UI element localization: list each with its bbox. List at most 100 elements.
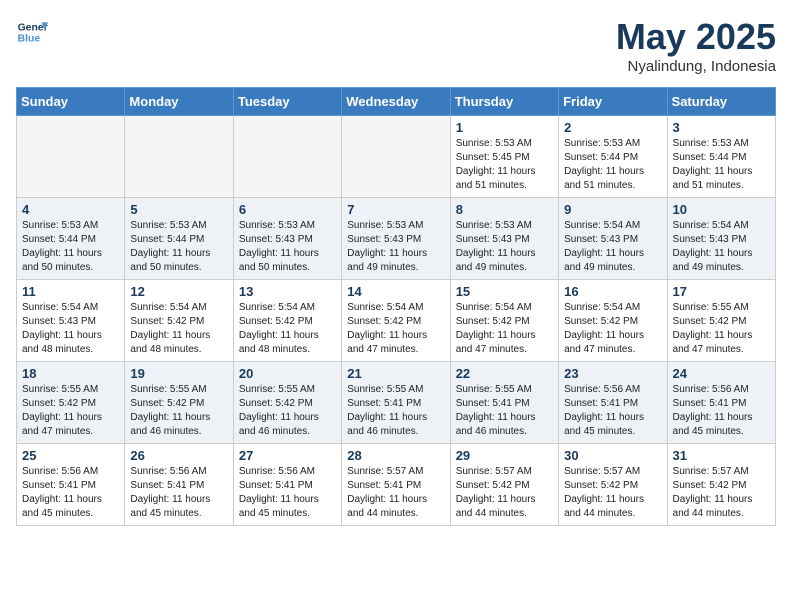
calendar-cell: 12 Sunrise: 5:54 AM Sunset: 5:42 PM Dayli… (125, 280, 233, 362)
svg-text:Blue: Blue (18, 34, 41, 45)
day-number: 15 (456, 284, 553, 299)
month-title: May 2025 (616, 16, 776, 58)
calendar-cell: 20 Sunrise: 5:55 AM Sunset: 5:42 PM Dayli… (233, 362, 341, 444)
day-number: 2 (564, 120, 661, 135)
day-info: Sunrise: 5:54 AM Sunset: 5:42 PM Dayligh… (239, 301, 336, 357)
calendar-cell (233, 116, 341, 198)
calendar-cell: 1 Sunrise: 5:53 AM Sunset: 5:45 PM Daylig… (450, 116, 558, 198)
day-number: 18 (22, 366, 119, 381)
calendar-cell: 2 Sunrise: 5:53 AM Sunset: 5:44 PM Daylig… (559, 116, 667, 198)
day-number: 6 (239, 202, 336, 217)
day-info: Sunrise: 5:56 AM Sunset: 5:41 PM Dayligh… (130, 465, 227, 521)
calendar-cell: 28 Sunrise: 5:57 AM Sunset: 5:41 PM Dayli… (342, 444, 450, 526)
calendar-cell: 29Sunrise: 5:57 AM Sunset: 5:42 PM Dayli… (450, 444, 558, 526)
calendar-cell: 16 Sunrise: 5:54 AM Sunset: 5:42 PM Dayli… (559, 280, 667, 362)
calendar-cell: 24Sunrise: 5:56 AM Sunset: 5:41 PM Dayli… (667, 362, 775, 444)
weekday-header-row: SundayMondayTuesdayWednesdayThursdayFrid… (17, 88, 776, 116)
calendar-cell: 9 Sunrise: 5:54 AM Sunset: 5:43 PM Daylig… (559, 198, 667, 280)
day-info: Sunrise: 5:55 AM Sunset: 5:42 PM Dayligh… (22, 383, 119, 439)
calendar-cell: 3 Sunrise: 5:53 AM Sunset: 5:44 PM Daylig… (667, 116, 775, 198)
day-number: 21 (347, 366, 444, 381)
day-info: Sunrise: 5:54 AM Sunset: 5:42 PM Dayligh… (130, 301, 227, 357)
day-info: Sunrise: 5:53 AM Sunset: 5:45 PM Dayligh… (456, 137, 553, 193)
day-number: 3 (673, 120, 770, 135)
calendar-cell: 7 Sunrise: 5:53 AM Sunset: 5:43 PM Daylig… (342, 198, 450, 280)
day-info: Sunrise: 5:55 AM Sunset: 5:42 PM Dayligh… (239, 383, 336, 439)
calendar-week-1: 1 Sunrise: 5:53 AM Sunset: 5:45 PM Daylig… (17, 116, 776, 198)
day-info: Sunrise: 5:55 AM Sunset: 5:41 PM Dayligh… (347, 383, 444, 439)
day-number: 14 (347, 284, 444, 299)
location-title: Nyalindung, Indonesia (616, 58, 776, 75)
day-number: 25 (22, 448, 119, 463)
calendar-cell: 4Sunrise: 5:53 AM Sunset: 5:44 PM Daylig… (17, 198, 125, 280)
day-info: Sunrise: 5:55 AM Sunset: 5:42 PM Dayligh… (130, 383, 227, 439)
day-number: 12 (130, 284, 227, 299)
day-number: 11 (22, 284, 119, 299)
page-header: General Blue May 2025 Nyalindung, Indone… (16, 16, 776, 75)
calendar-cell (342, 116, 450, 198)
day-number: 16 (564, 284, 661, 299)
day-number: 23 (564, 366, 661, 381)
day-info: Sunrise: 5:56 AM Sunset: 5:41 PM Dayligh… (22, 465, 119, 521)
day-info: Sunrise: 5:54 AM Sunset: 5:42 PM Dayligh… (564, 301, 661, 357)
calendar-cell: 21 Sunrise: 5:55 AM Sunset: 5:41 PM Dayli… (342, 362, 450, 444)
day-number: 9 (564, 202, 661, 217)
day-info: Sunrise: 5:53 AM Sunset: 5:44 PM Dayligh… (22, 219, 119, 275)
day-info: Sunrise: 5:57 AM Sunset: 5:42 PM Dayligh… (673, 465, 770, 521)
calendar-cell: 22 Sunrise: 5:55 AM Sunset: 5:41 PM Dayli… (450, 362, 558, 444)
calendar-week-4: 18 Sunrise: 5:55 AM Sunset: 5:42 PM Dayli… (17, 362, 776, 444)
calendar-cell: 15 Sunrise: 5:54 AM Sunset: 5:42 PM Dayli… (450, 280, 558, 362)
weekday-header-sunday: Sunday (17, 88, 125, 116)
calendar-cell (17, 116, 125, 198)
day-number: 19 (130, 366, 227, 381)
calendar-cell: 5Sunrise: 5:53 AM Sunset: 5:44 PM Daylig… (125, 198, 233, 280)
title-block: May 2025 Nyalindung, Indonesia (616, 16, 776, 75)
day-info: Sunrise: 5:56 AM Sunset: 5:41 PM Dayligh… (239, 465, 336, 521)
day-info: Sunrise: 5:57 AM Sunset: 5:42 PM Dayligh… (564, 465, 661, 521)
day-number: 24 (673, 366, 770, 381)
day-info: Sunrise: 5:53 AM Sunset: 5:44 PM Dayligh… (673, 137, 770, 193)
day-number: 13 (239, 284, 336, 299)
day-number: 10 (673, 202, 770, 217)
day-info: Sunrise: 5:54 AM Sunset: 5:43 PM Dayligh… (564, 219, 661, 275)
weekday-header-saturday: Saturday (667, 88, 775, 116)
calendar-cell (125, 116, 233, 198)
calendar-cell: 27 Sunrise: 5:56 AM Sunset: 5:41 PM Dayli… (233, 444, 341, 526)
day-info: Sunrise: 5:54 AM Sunset: 5:43 PM Dayligh… (673, 219, 770, 275)
day-info: Sunrise: 5:53 AM Sunset: 5:44 PM Dayligh… (564, 137, 661, 193)
calendar-cell: 13 Sunrise: 5:54 AM Sunset: 5:42 PM Dayli… (233, 280, 341, 362)
calendar-cell: 30Sunrise: 5:57 AM Sunset: 5:42 PM Dayli… (559, 444, 667, 526)
calendar-week-3: 11 Sunrise: 5:54 AM Sunset: 5:43 PM Dayli… (17, 280, 776, 362)
day-number: 20 (239, 366, 336, 381)
day-number: 28 (347, 448, 444, 463)
day-info: Sunrise: 5:53 AM Sunset: 5:43 PM Dayligh… (347, 219, 444, 275)
calendar-cell: 14 Sunrise: 5:54 AM Sunset: 5:42 PM Dayli… (342, 280, 450, 362)
day-number: 27 (239, 448, 336, 463)
calendar-cell: 18 Sunrise: 5:55 AM Sunset: 5:42 PM Dayli… (17, 362, 125, 444)
logo-icon: General Blue (16, 16, 48, 48)
day-number: 7 (347, 202, 444, 217)
weekday-header-tuesday: Tuesday (233, 88, 341, 116)
calendar-cell: 19 Sunrise: 5:55 AM Sunset: 5:42 PM Dayli… (125, 362, 233, 444)
day-number: 31 (673, 448, 770, 463)
day-info: Sunrise: 5:55 AM Sunset: 5:41 PM Dayligh… (456, 383, 553, 439)
calendar-cell: 23Sunrise: 5:56 AM Sunset: 5:41 PM Dayli… (559, 362, 667, 444)
logo: General Blue (16, 16, 48, 48)
calendar-cell: 11 Sunrise: 5:54 AM Sunset: 5:43 PM Dayli… (17, 280, 125, 362)
calendar-cell: 10 Sunrise: 5:54 AM Sunset: 5:43 PM Dayli… (667, 198, 775, 280)
day-number: 5 (130, 202, 227, 217)
day-info: Sunrise: 5:54 AM Sunset: 5:43 PM Dayligh… (22, 301, 119, 357)
day-number: 1 (456, 120, 553, 135)
day-number: 8 (456, 202, 553, 217)
weekday-header-monday: Monday (125, 88, 233, 116)
day-info: Sunrise: 5:54 AM Sunset: 5:42 PM Dayligh… (456, 301, 553, 357)
calendar-cell: 8Sunrise: 5:53 AM Sunset: 5:43 PM Daylig… (450, 198, 558, 280)
calendar-cell: 17Sunrise: 5:55 AM Sunset: 5:42 PM Dayli… (667, 280, 775, 362)
day-info: Sunrise: 5:57 AM Sunset: 5:41 PM Dayligh… (347, 465, 444, 521)
day-info: Sunrise: 5:57 AM Sunset: 5:42 PM Dayligh… (456, 465, 553, 521)
calendar-cell: 25 Sunrise: 5:56 AM Sunset: 5:41 PM Dayli… (17, 444, 125, 526)
day-number: 26 (130, 448, 227, 463)
day-info: Sunrise: 5:54 AM Sunset: 5:42 PM Dayligh… (347, 301, 444, 357)
calendar-cell: 31 Sunrise: 5:57 AM Sunset: 5:42 PM Dayli… (667, 444, 775, 526)
day-number: 22 (456, 366, 553, 381)
